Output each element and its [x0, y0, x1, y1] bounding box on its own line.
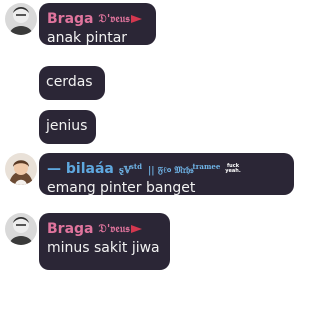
flag-icon — [130, 15, 142, 23]
author-row: — bilaáa ȿ𝕍std || 𝔉ℓ० 𝔐𝔯𝔥𝔰tramee fuck yea… — [47, 160, 286, 178]
message-bubble[interactable]: Braga 𝔇'𝔳𝔢𝔲𝔰 minus sakit jiwa — [39, 213, 170, 270]
author-name[interactable]: Braga — [47, 10, 94, 28]
message-text: emang pinter banget — [47, 180, 196, 196]
author-tag-extra: || 𝔉ℓ० 𝔐𝔯𝔥𝔰tramee — [147, 162, 221, 176]
avatar-braga[interactable] — [5, 213, 37, 245]
message-text: cerdas — [46, 74, 93, 90]
message-text: jenius — [46, 118, 88, 134]
author-tag-fine: fuck yeah. — [225, 163, 241, 174]
author-tag: ȿ𝕍std — [118, 162, 142, 176]
message-bubble[interactable]: Braga 𝔇'𝔳𝔢𝔲𝔰 anak pintar — [39, 3, 156, 46]
author-row: Braga 𝔇'𝔳𝔢𝔲𝔰 — [47, 10, 148, 28]
message-text: minus sakit jiwa — [47, 240, 160, 256]
avatar-bilaa[interactable] — [5, 153, 37, 185]
message-bubble[interactable]: cerdas — [39, 66, 105, 100]
avatar-braga[interactable] — [5, 3, 37, 35]
flag-icon — [130, 225, 142, 233]
author-tag: 𝔇'𝔳𝔢𝔲𝔰 — [98, 222, 130, 235]
author-row: Braga 𝔇'𝔳𝔢𝔲𝔰 — [47, 220, 162, 238]
author-name[interactable]: Braga — [47, 220, 94, 238]
author-tag: 𝔇'𝔳𝔢𝔲𝔰 — [98, 12, 130, 25]
message-bubble[interactable]: — bilaáa ȿ𝕍std || 𝔉ℓ० 𝔐𝔯𝔥𝔰tramee fuck yea… — [39, 153, 294, 196]
author-name[interactable]: — bilaáa — [47, 160, 114, 178]
message-text: anak pintar — [47, 30, 128, 46]
message-bubble[interactable]: jenius — [39, 110, 96, 144]
